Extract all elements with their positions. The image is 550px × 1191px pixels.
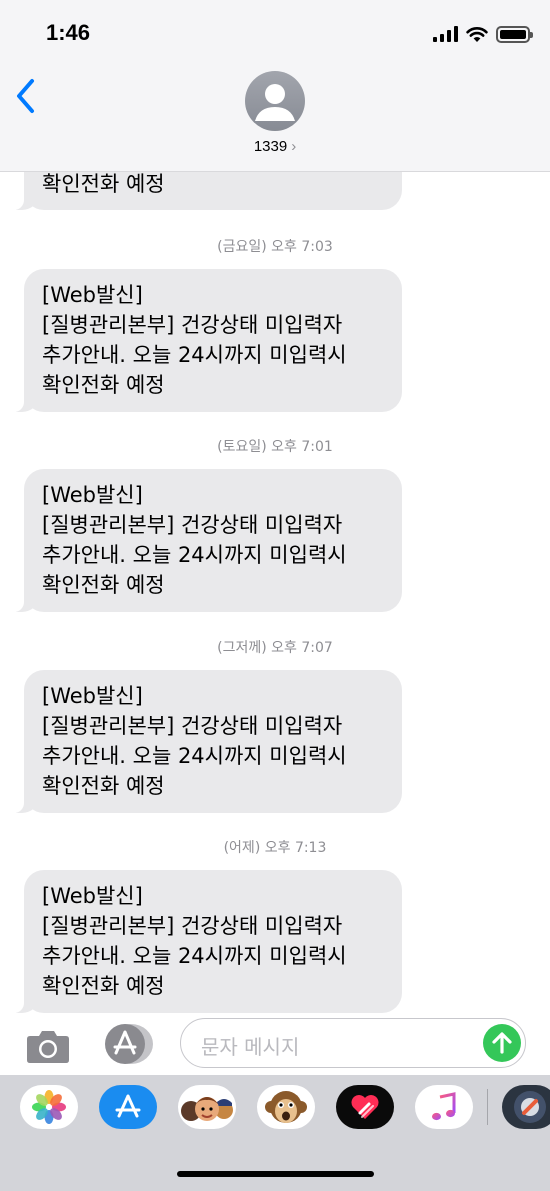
message-line: [질병관리본부] 건강상태 미입력자	[42, 714, 343, 738]
status-time: 1:46	[46, 20, 91, 45]
message-bubble[interactable]: [Web발신] [질병관리본부] 건강상태 미입력자 추가안내. 오늘 24시까…	[10, 870, 402, 1013]
send-button[interactable]	[483, 1024, 521, 1062]
message-line: [Web발신]	[42, 684, 143, 708]
message-line: [질병관리본부] 건강상태 미입력자	[42, 914, 343, 938]
message-line: 확인전화 예정	[42, 974, 165, 998]
music-icon	[432, 1092, 456, 1121]
apps-button[interactable]	[102, 1023, 154, 1065]
message-line: 추가안내. 오늘 24시까지 미입력시	[42, 343, 347, 367]
home-indicator[interactable]	[177, 1171, 374, 1177]
message-input[interactable]: 문자 메시지	[180, 1018, 526, 1068]
app-button[interactable]	[502, 1085, 550, 1129]
photos-app-button[interactable]	[20, 1085, 78, 1129]
message-line: [질병관리본부] 건강상태 미입력자	[42, 513, 343, 537]
message-bubble[interactable]: [Web발신] [질병관리본부] 건강상태 미입력자 추가안내. 오늘 24시까…	[10, 469, 402, 612]
contact-name: 1339	[253, 138, 288, 155]
message-input-placeholder: 문자 메시지	[201, 1035, 300, 1059]
cellular-signal-icon	[433, 26, 458, 42]
messages-screen: 확인전화 예정 (금요일) 오후 7:03 [Web발신] [질병관리본부] 건…	[0, 0, 550, 1191]
contact-avatar[interactable]	[245, 71, 305, 131]
message-timestamp: (그저께) 오후 7:07	[217, 640, 333, 656]
status-icons	[433, 24, 533, 44]
message-line: [질병관리본부] 건강상태 미입력자	[42, 313, 343, 337]
digital-touch-icon	[351, 1095, 379, 1119]
message-line: 확인전화 예정	[42, 573, 165, 597]
message-timestamp: (토요일) 오후 7:01	[217, 439, 333, 455]
message-line: 확인전화 예정	[42, 373, 165, 397]
message-line: 확인전화 예정	[42, 774, 165, 798]
app-store-icon	[115, 1094, 141, 1118]
battery-icon	[496, 25, 533, 43]
app-icon	[514, 1091, 546, 1123]
message-line: 추가안내. 오늘 24시까지 미입력시	[42, 744, 347, 768]
chevron-left-icon	[17, 79, 34, 113]
compose-bar: 문자 메시지	[0, 1015, 550, 1075]
contact-name-button[interactable]: 1339 ›	[0, 138, 550, 155]
arrow-up-icon	[492, 1032, 512, 1054]
message-line: [Web발신]	[42, 884, 143, 908]
digital-touch-button[interactable]	[336, 1085, 394, 1129]
message-timestamp: (금요일) 오후 7:03	[217, 239, 333, 255]
chevron-right-icon: ›	[291, 138, 297, 155]
music-app-button[interactable]	[415, 1085, 473, 1129]
back-button[interactable]	[14, 74, 44, 118]
message-line: [Web발신]	[42, 483, 143, 507]
message-line: 추가안내. 오늘 24시까지 미입력시	[42, 944, 347, 968]
animoji-button[interactable]	[257, 1085, 315, 1129]
message-bubble[interactable]: [Web발신] [질병관리본부] 건강상태 미입력자 추가안내. 오늘 24시까…	[10, 269, 402, 412]
message-timestamp: (어제) 오후 7:13	[223, 840, 327, 856]
wifi-icon	[466, 26, 488, 42]
message-line: 추가안내. 오늘 24시까지 미입력시	[42, 543, 347, 567]
memoji-icon	[181, 1097, 233, 1121]
camera-button[interactable]	[26, 1028, 70, 1064]
camera-icon	[27, 1031, 69, 1063]
app-store-icon	[105, 1024, 153, 1064]
animoji-monkey-icon	[265, 1091, 307, 1123]
memoji-button[interactable]	[178, 1085, 236, 1129]
photos-icon	[32, 1090, 66, 1124]
message-line: [Web발신]	[42, 283, 143, 307]
conversation-header: 1:46 1339 ›	[0, 0, 550, 172]
message-bubble[interactable]: [Web발신] [질병관리본부] 건강상태 미입력자 추가안내. 오늘 24시까…	[10, 670, 402, 813]
person-icon	[255, 84, 295, 121]
app-store-button[interactable]	[99, 1085, 157, 1129]
message-line: 확인전화 예정	[42, 172, 165, 196]
app-strip-divider	[487, 1089, 488, 1125]
